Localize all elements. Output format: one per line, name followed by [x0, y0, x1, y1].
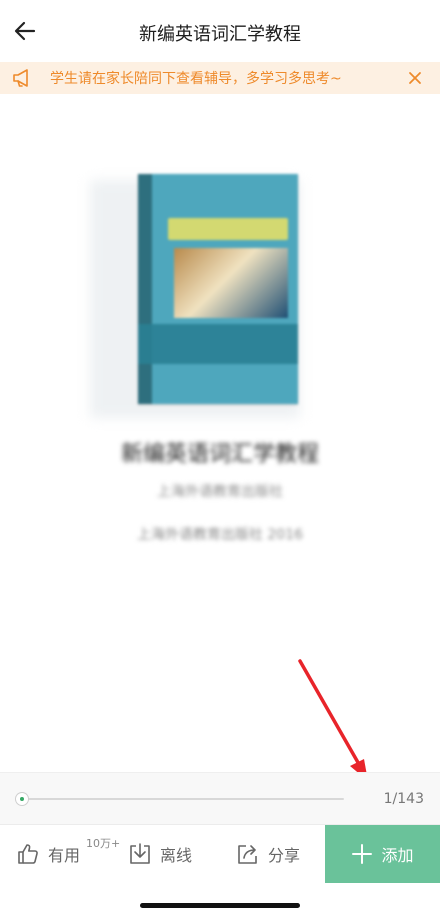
notice-text: 学生请在家长陪同下查看辅导，多学习多思考~: [50, 71, 342, 87]
thumbs-up-icon: [16, 842, 40, 866]
book-publisher: 上海外语教育出版社: [157, 484, 283, 500]
cover-image: [138, 174, 298, 404]
offline-label: 离线: [160, 846, 193, 865]
notice-banner: 学生请在家长陪同下查看辅导，多学习多思考~: [0, 62, 440, 94]
book-title: 新编英语词汇学教程: [120, 442, 319, 467]
notice-close-button[interactable]: [406, 69, 424, 87]
plus-icon: [352, 844, 373, 864]
share-button[interactable]: 分享: [236, 825, 300, 883]
close-icon: [409, 72, 421, 84]
megaphone-icon: [12, 68, 34, 88]
page-counter: 1/143: [383, 791, 424, 807]
home-indicator: [140, 903, 300, 908]
offline-button[interactable]: 离线: [128, 825, 192, 883]
page-title: 新编英语词汇学教程: [139, 24, 301, 45]
add-label: 添加: [381, 846, 414, 865]
download-icon: [128, 842, 152, 866]
useful-button[interactable]: 有用: [16, 825, 80, 883]
share-label: 分享: [268, 846, 301, 865]
progress-thumb[interactable]: [16, 793, 28, 805]
bottom-toolbar: 有用 10万+ 离线 分享 添加: [0, 824, 440, 883]
progress-slider[interactable]: [16, 793, 344, 805]
back-button[interactable]: [8, 14, 42, 48]
useful-count-badge: 10万+: [86, 837, 121, 850]
useful-label: 有用: [48, 846, 81, 865]
book-edition: 上海外语教育出版社 2016: [136, 527, 304, 543]
reading-progress-bar: 1/143: [0, 772, 440, 824]
share-icon: [236, 842, 260, 866]
arrow-left-icon: [14, 21, 36, 41]
top-bar: 新编英语词汇学教程: [0, 0, 440, 62]
book-cover[interactable]: [90, 160, 302, 418]
add-button[interactable]: 添加: [325, 825, 440, 883]
